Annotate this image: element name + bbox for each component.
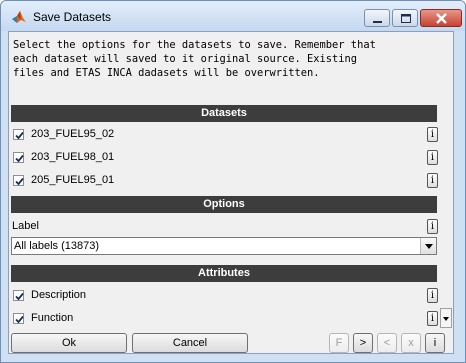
close-icon: [436, 13, 447, 24]
dataset-row[interactable]: 203_FUEL98_01 i: [11, 148, 438, 168]
attribute-row[interactable]: Function i: [11, 309, 438, 329]
matlab-icon: [12, 11, 26, 23]
info-button[interactable]: i: [427, 173, 438, 188]
dataset-row[interactable]: 205_FUEL95_01 i: [11, 171, 438, 191]
minimize-icon: [373, 21, 382, 23]
previous-button[interactable]: <: [377, 333, 397, 353]
info-button[interactable]: i: [427, 127, 438, 142]
checkmark-icon: [15, 292, 24, 301]
dataset-checkbox[interactable]: [13, 152, 24, 163]
next-button[interactable]: >: [353, 333, 373, 353]
dataset-label: 203_FUEL95_02: [31, 128, 115, 140]
dialog-body: Select the options for the datasets to s…: [8, 31, 454, 354]
chevron-down-icon[interactable]: [420, 238, 436, 254]
dataset-label: 203_FUEL98_01: [31, 151, 115, 163]
info-button[interactable]: i: [427, 288, 438, 303]
dataset-checkbox[interactable]: [13, 129, 24, 140]
info-footer-button[interactable]: i: [425, 333, 445, 353]
maximize-icon: [401, 14, 411, 23]
first-button[interactable]: F: [329, 333, 349, 353]
save-datasets-window: Save Datasets Select the options for the…: [0, 0, 466, 363]
scrollbar[interactable]: [440, 308, 452, 328]
window-title: Save Datasets: [33, 10, 112, 24]
title-bar[interactable]: Save Datasets: [1, 1, 465, 31]
options-header: Options: [11, 196, 437, 213]
info-button[interactable]: i: [427, 150, 438, 165]
label-dropdown[interactable]: All labels (13873): [11, 237, 437, 255]
attribute-label: Description: [31, 289, 87, 301]
attribute-label: Function: [31, 312, 74, 324]
attributes-header: Attributes: [11, 265, 437, 282]
delete-button[interactable]: x: [401, 333, 421, 353]
ok-button[interactable]: Ok: [11, 333, 127, 353]
intro-text: Select the options for the datasets to s…: [13, 39, 376, 79]
attribute-checkbox[interactable]: [13, 290, 24, 301]
attribute-checkbox[interactable]: [13, 313, 24, 324]
close-button[interactable]: [420, 9, 462, 27]
datasets-header: Datasets: [11, 105, 437, 122]
checkmark-icon: [15, 315, 24, 324]
dataset-row[interactable]: 203_FUEL95_02 i: [11, 125, 438, 145]
info-button[interactable]: i: [427, 311, 438, 326]
label-option-row: Label i: [11, 217, 438, 237]
checkmark-icon: [15, 131, 24, 140]
cancel-button[interactable]: Cancel: [132, 333, 248, 353]
label-dropdown-value: All labels (13873): [14, 240, 99, 252]
maximize-button[interactable]: [392, 9, 418, 27]
info-button[interactable]: i: [427, 219, 438, 234]
dataset-checkbox[interactable]: [13, 175, 24, 186]
dataset-label: 205_FUEL95_01: [31, 174, 115, 186]
checkmark-icon: [15, 154, 24, 163]
attribute-row[interactable]: Description i: [11, 286, 438, 306]
minimize-button[interactable]: [364, 9, 390, 27]
label-caption: Label: [12, 220, 39, 232]
checkmark-icon: [15, 177, 24, 186]
